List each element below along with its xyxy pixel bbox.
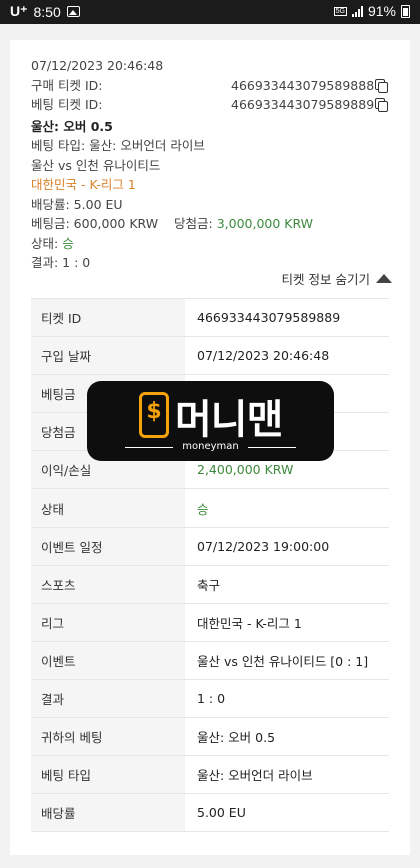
copy-icon[interactable] (375, 78, 389, 93)
clock: 8:50 (33, 3, 61, 20)
row-label: 이벤트 (31, 641, 185, 679)
row-value: 466933443079589889 (197, 310, 341, 326)
signal-icon (351, 5, 363, 17)
league-line: 대한민국 - K-리그 1 (31, 177, 136, 192)
row-label: 귀하의 베팅 (31, 718, 185, 756)
bet-id-value: 466933443079589889 (231, 97, 375, 112)
purchase-id-label: 구매 티켓 ID: (31, 77, 103, 93)
bet-type-line: 베팅 타입: 울산: 오버언더 라이브 (31, 138, 205, 153)
row-value: 축구 (197, 577, 221, 593)
caret-up-icon (376, 274, 392, 283)
watermark-title: 머니맨 (175, 397, 283, 443)
carrier-label: U⁺ (10, 3, 28, 19)
row-label: 배당률 (31, 794, 185, 832)
network-type: 5G (333, 6, 347, 16)
dollar-phone-icon: $ (139, 392, 169, 438)
row-label: 리그 (31, 603, 185, 641)
row-value: 울산 vs 인천 유나이티드 [0 : 1] (197, 653, 369, 669)
hide-ticket-info-toggle[interactable]: 티켓 정보 숨기기 (282, 269, 392, 288)
row-value: 2,400,000 KRW (197, 462, 294, 478)
payout-label: 당첨금: (174, 216, 213, 231)
row-label: 티켓 ID (31, 299, 185, 337)
watermark-logo: $ 머니맨 moneyman (87, 381, 334, 461)
table-row: 배당률 5.00 EU (31, 794, 389, 833)
odds-line: 배당률: 5.00 EU (31, 196, 123, 212)
ticket-summary: 07/12/2023 20:46:48 구매 티켓 ID: 4669334430… (31, 56, 391, 273)
status-bar: U⁺ 8:50 5G 91% (0, 0, 420, 24)
row-value: 울산: 오버언더 라이브 (197, 768, 313, 784)
row-value: 대한민국 - K-리그 1 (197, 615, 302, 631)
row-label: 베팅 타입 (31, 756, 185, 794)
table-row: 베팅 타입 울산: 오버언더 라이브 (31, 756, 389, 795)
purchase-id-value: 466933443079589888 (231, 77, 375, 93)
stake-line: 베팅금: 600,000 KRW (31, 216, 159, 231)
table-row: 스포츠 축구 (31, 565, 389, 604)
purchase-id-row: 구매 티켓 ID: 466933443079589888 (31, 76, 391, 96)
ticket-details-table: 티켓 ID 466933443079589889 구입 날짜 07/12/2023 2… (31, 298, 389, 833)
watermark-subtitle: moneyman (182, 441, 239, 452)
row-label: 구입 날짜 (31, 337, 185, 375)
table-row: 이벤트 울산 vs 인천 유나이티드 [0 : 1] (31, 641, 389, 680)
table-row: 티켓 ID 466933443079589889 (31, 299, 389, 338)
row-value: 승 (197, 501, 209, 517)
state-value: 승 (62, 235, 74, 251)
copy-icon[interactable] (375, 98, 389, 112)
bet-id-row: 베팅 티켓 ID: 466933443079589889 (31, 95, 391, 115)
table-row: 리그 대한민국 - K-리그 1 (31, 603, 389, 642)
table-row: 결과 1 : 0 (31, 679, 389, 719)
pick-title: 울산: 오버 0.5 (31, 118, 113, 134)
bet-id-label: 베팅 티켓 ID: (31, 97, 103, 112)
state-row: 상태: 승 (31, 234, 391, 254)
table-row: 구입 날짜 07/12/2023 20:46:48 (31, 337, 389, 376)
row-value: 5.00 EU (197, 805, 246, 821)
table-row: 상태 승 (31, 489, 389, 528)
state-label: 상태: (31, 235, 59, 251)
match-line: 울산 vs 인천 유나이티드 (31, 157, 161, 173)
row-value: 울산: 오버 0.5 (197, 730, 276, 746)
payout-value: 3,000,000 KRW (216, 216, 314, 231)
table-row: 귀하의 베팅 울산: 오버 0.5 (31, 718, 389, 757)
row-value: 07/12/2023 19:00:00 (197, 538, 330, 554)
battery-icon (401, 4, 410, 18)
image-notification-icon (66, 6, 80, 17)
row-label: 스포츠 (31, 565, 185, 603)
toggle-label: 티켓 정보 숨기기 (281, 272, 370, 287)
battery-level: 91% (367, 3, 396, 19)
stake-payout-row: 베팅금: 600,000 KRW 당첨금: 3,000,000 KRW (31, 214, 391, 234)
row-value: 07/12/2023 20:46:48 (197, 348, 330, 364)
ticket-datetime: 07/12/2023 20:46:48 (31, 58, 164, 73)
dollar-symbol: $ (146, 399, 162, 424)
row-label: 상태 (31, 489, 185, 527)
row-value: 1 : 0 (197, 690, 226, 706)
row-label: 결과 (31, 679, 185, 718)
row-label: 이벤트 일정 (31, 527, 185, 565)
table-row: 이벤트 일정 07/12/2023 19:00:00 (31, 527, 389, 566)
